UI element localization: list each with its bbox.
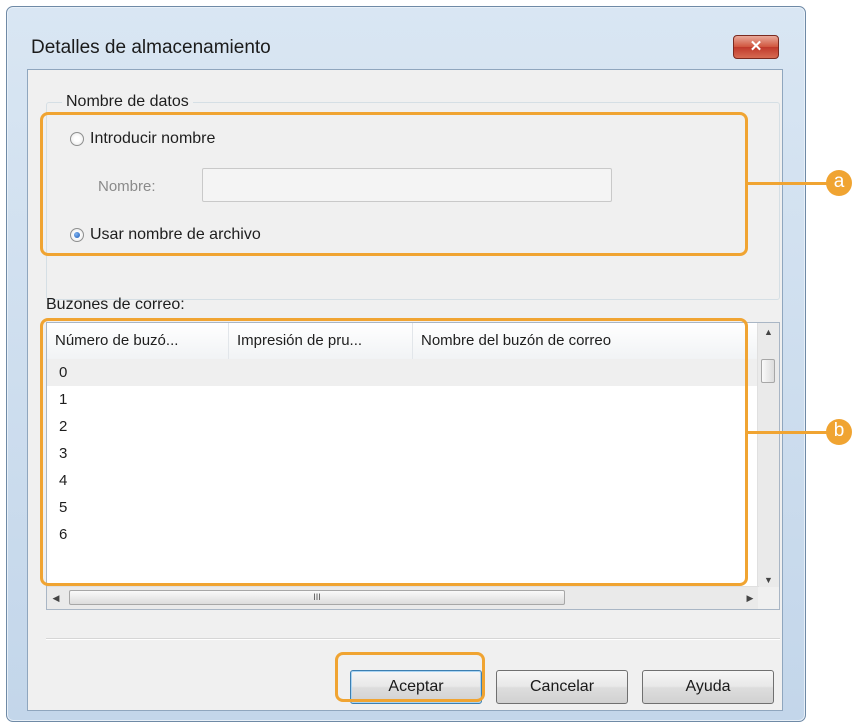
scroll-left-icon[interactable]: ◀ bbox=[47, 589, 65, 607]
callout-b-badge: b bbox=[826, 419, 852, 445]
table-row[interactable]: 3 bbox=[47, 440, 759, 467]
mailbox-list[interactable]: Número de buzó... Impresión de pru... No… bbox=[46, 322, 780, 610]
button-separator bbox=[46, 638, 780, 640]
vertical-scrollbar[interactable]: ▲ ▼ bbox=[757, 323, 779, 589]
column-test-print[interactable]: Impresión de pru... bbox=[229, 323, 413, 359]
callout-a-leader bbox=[748, 182, 828, 185]
radio-enter-name-button[interactable] bbox=[70, 132, 84, 146]
ok-button[interactable]: Aceptar bbox=[350, 670, 482, 704]
scroll-up-icon[interactable]: ▲ bbox=[758, 323, 779, 341]
horizontal-scrollbar[interactable]: ◀ III ▶ bbox=[47, 586, 759, 609]
cancel-button[interactable]: Cancelar bbox=[496, 670, 628, 704]
help-button[interactable]: Ayuda bbox=[642, 670, 774, 704]
table-row[interactable]: 4 bbox=[47, 467, 759, 494]
column-mailbox-name[interactable]: Nombre del buzón de correo bbox=[413, 323, 759, 359]
radio-enter-name[interactable]: Introducir nombre bbox=[70, 130, 215, 148]
callout-b-leader bbox=[748, 431, 828, 434]
table-row[interactable]: 6 bbox=[47, 521, 759, 548]
scrollbar-corner bbox=[758, 587, 779, 609]
mailbox-rows: 0 1 2 3 4 5 6 bbox=[47, 359, 759, 548]
horizontal-scroll-thumb[interactable]: III bbox=[69, 590, 565, 605]
radio-use-filename[interactable]: Usar nombre de archivo bbox=[70, 226, 261, 244]
dialog-client-area: Nombre de datos Introducir nombre Nombre… bbox=[27, 69, 783, 711]
table-row[interactable]: 2 bbox=[47, 413, 759, 440]
dialog-window: Detalles de almacenamiento ✕ Nombre de d… bbox=[6, 6, 806, 722]
dialog-title: Detalles de almacenamiento bbox=[31, 37, 271, 58]
close-button[interactable]: ✕ bbox=[733, 35, 779, 59]
callout-a-badge: a bbox=[826, 170, 852, 196]
close-icon: ✕ bbox=[749, 38, 763, 55]
vertical-scroll-thumb[interactable] bbox=[761, 359, 775, 383]
data-name-group-legend: Nombre de datos bbox=[62, 93, 193, 111]
table-row[interactable]: 1 bbox=[47, 386, 759, 413]
table-row[interactable]: 0 bbox=[47, 359, 759, 386]
name-field-label: Nombre: bbox=[98, 178, 156, 195]
name-input[interactable] bbox=[202, 168, 612, 202]
radio-use-filename-button[interactable] bbox=[70, 228, 84, 242]
radio-enter-name-label: Introducir nombre bbox=[90, 130, 216, 147]
mailbox-list-header: Número de buzó... Impresión de pru... No… bbox=[47, 323, 759, 360]
column-mailbox-number[interactable]: Número de buzó... bbox=[47, 323, 229, 359]
table-row[interactable]: 5 bbox=[47, 494, 759, 521]
scroll-right-icon[interactable]: ▶ bbox=[741, 589, 759, 607]
mailboxes-label: Buzones de correo: bbox=[46, 296, 185, 313]
radio-use-filename-label: Usar nombre de archivo bbox=[90, 226, 261, 243]
